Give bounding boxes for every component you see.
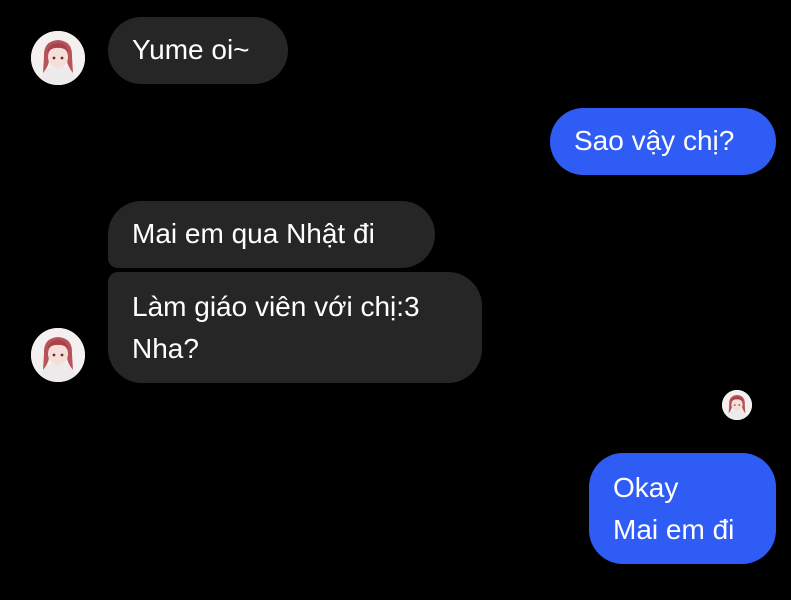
message-bubble-incoming[interactable]: Làm giáo viên với chị:3 Nha? [108,272,482,383]
avatar-icon [31,328,85,382]
message-bubble-incoming[interactable]: Yume oi~ [108,17,288,84]
contact-avatar[interactable] [31,31,85,85]
message-bubble-outgoing[interactable]: Okay Mai em đi [589,453,776,564]
avatar-icon [31,31,85,85]
seen-avatar-icon [722,390,752,420]
read-receipt-avatar [722,390,752,420]
message-bubble-incoming[interactable]: Mai em qua Nhật đi [108,201,435,268]
contact-avatar[interactable] [31,328,85,382]
message-bubble-outgoing[interactable]: Sao vậy chị? [550,108,776,175]
